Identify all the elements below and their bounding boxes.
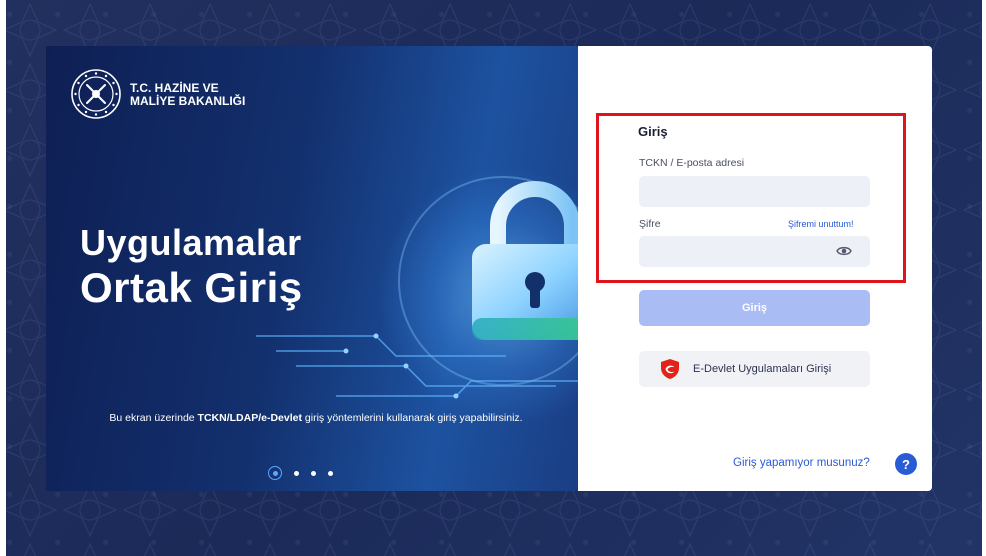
edevlet-login-button[interactable]: E-Devlet Uygulamaları Girişi bbox=[639, 351, 870, 387]
carousel-indicators bbox=[268, 466, 333, 480]
hero-title-line2: Ortak Giriş bbox=[80, 264, 303, 311]
ministry-emblem-icon bbox=[71, 69, 121, 119]
carousel-dot-3[interactable] bbox=[311, 470, 316, 476]
carousel-dot-4[interactable] bbox=[328, 470, 333, 476]
hero-description-bold: TCKN/LDAP/e-Devlet bbox=[197, 412, 302, 424]
help-question-icon[interactable]: ? bbox=[895, 453, 917, 475]
hero-description: Bu ekran üzerinde TCKN/LDAP/e-Devlet gir… bbox=[76, 412, 556, 425]
padlock-icon bbox=[472, 181, 578, 340]
hero-title-line1: Uygulamalar bbox=[80, 222, 302, 263]
right-edge-strip bbox=[982, 0, 986, 556]
e-devlet-shield-icon bbox=[661, 359, 679, 379]
carousel-dot-2[interactable] bbox=[294, 470, 299, 476]
left-edge-strip bbox=[0, 0, 6, 556]
highlight-annotation bbox=[596, 113, 906, 283]
organization-line2: MALİYE BAKANLIĞI bbox=[130, 94, 246, 108]
help-link[interactable]: Giriş yapamıyor musunuz? bbox=[733, 457, 870, 469]
edevlet-login-label: E-Devlet Uygulamaları Girişi bbox=[693, 363, 832, 375]
hero-description-suffix: giriş yöntemlerini kullanarak giriş yapa… bbox=[301, 412, 523, 424]
hero-panel: T.C. HAZİNE VE MALİYE BAKANLIĞI Uygulama… bbox=[46, 46, 578, 491]
carousel-dot-1[interactable] bbox=[268, 466, 282, 480]
organization-name: T.C. HAZİNE VE MALİYE BAKANLIĞI bbox=[130, 82, 245, 108]
hero-description-prefix: Bu ekran üzerinde bbox=[109, 412, 198, 424]
login-submit-button[interactable]: Giriş bbox=[639, 290, 870, 326]
